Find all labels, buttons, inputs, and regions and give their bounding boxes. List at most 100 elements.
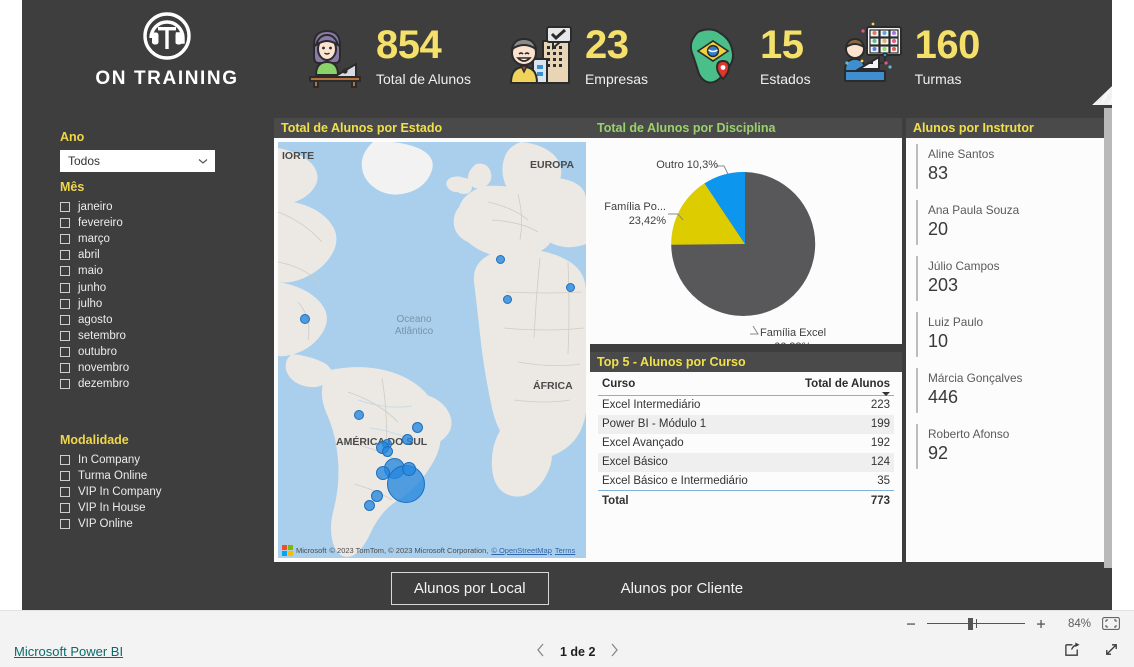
map-bubble[interactable] bbox=[364, 500, 375, 511]
year-slicer-dropdown[interactable]: Todos bbox=[60, 150, 215, 172]
checkbox-label: VIP In Company bbox=[78, 486, 162, 499]
list-item[interactable]: Ana Paula Souza 20 bbox=[916, 200, 1103, 245]
top5-table-visual[interactable]: Top 5 - Alunos por Curso Curso Total de … bbox=[590, 352, 902, 562]
checkbox-icon[interactable] bbox=[60, 346, 70, 357]
checkbox-row[interactable]: VIP In House bbox=[60, 500, 162, 516]
chevron-left-icon[interactable] bbox=[536, 643, 546, 660]
instructor-visual[interactable]: Alunos por Instrutor Aline Santos 83 Ana… bbox=[906, 118, 1111, 562]
checkbox-icon[interactable] bbox=[60, 266, 70, 277]
checkbox-row[interactable]: dezembro bbox=[60, 376, 129, 392]
map-terms-link[interactable]: Terms bbox=[555, 546, 575, 555]
checkbox-row[interactable]: novembro bbox=[60, 360, 129, 376]
report-vertical-scrollbar[interactable] bbox=[1104, 108, 1112, 570]
zoom-slider-thumb[interactable] bbox=[968, 617, 973, 630]
checkbox-row[interactable]: maio bbox=[60, 263, 129, 279]
checkbox-label: agosto bbox=[78, 313, 113, 326]
checkbox-row[interactable]: março bbox=[60, 231, 129, 247]
checkbox-icon[interactable] bbox=[60, 455, 70, 466]
share-icon[interactable] bbox=[1064, 641, 1081, 663]
checkbox-icon[interactable] bbox=[60, 298, 70, 309]
instructor-visual-header: Alunos por Instrutor bbox=[906, 118, 1111, 138]
kpi-value: 23 bbox=[584, 23, 629, 67]
tab-alunos-por-local[interactable]: Alunos por Local bbox=[390, 571, 549, 605]
checkbox-icon[interactable] bbox=[60, 379, 70, 390]
checkbox-row[interactable]: Turma Online bbox=[60, 468, 162, 484]
checkbox-icon[interactable] bbox=[60, 519, 70, 530]
chevron-down-icon[interactable] bbox=[197, 155, 209, 167]
checkbox-row[interactable]: VIP Online bbox=[60, 516, 162, 532]
map-visual[interactable]: Total de Alunos por Estado IORTE EUROPA … bbox=[274, 118, 590, 562]
instructor-name: Márcia Gonçalves bbox=[928, 371, 1023, 385]
checkbox-icon[interactable] bbox=[60, 487, 70, 498]
openstreetmap-link[interactable]: © OpenStreetMap bbox=[491, 546, 552, 555]
top5-table[interactable]: Curso Total de Alunos Excel Intermediári… bbox=[598, 376, 894, 510]
list-item[interactable]: Roberto Afonso 92 bbox=[916, 424, 1103, 469]
checkbox-icon[interactable] bbox=[60, 330, 70, 341]
checkbox-row[interactable]: setembro bbox=[60, 328, 129, 344]
sort-descending-caret-icon[interactable] bbox=[882, 392, 890, 396]
map-bubble[interactable] bbox=[412, 422, 423, 433]
checkbox-row[interactable]: fevereiro bbox=[60, 215, 129, 231]
checkbox-row[interactable]: In Company bbox=[60, 452, 162, 468]
map-bubble[interactable] bbox=[503, 295, 512, 304]
pie-label-name: Família Excel bbox=[760, 327, 827, 339]
instructor-name: Ana Paula Souza bbox=[928, 203, 1020, 217]
checkbox-icon[interactable] bbox=[60, 250, 70, 261]
pie-body[interactable]: Outro 10,3% Família Po... 23,42% Família… bbox=[590, 138, 902, 353]
zoom-in-icon[interactable] bbox=[1036, 617, 1046, 631]
top5-table-body[interactable]: Curso Total de Alunos Excel Intermediári… bbox=[598, 376, 894, 510]
checkbox-row[interactable]: agosto bbox=[60, 312, 129, 328]
month-slicer-list[interactable]: janeiro fevereiro março abril maio junho… bbox=[60, 199, 129, 392]
checkbox-icon[interactable] bbox=[60, 202, 70, 213]
map-bubble[interactable] bbox=[496, 255, 505, 264]
table-row[interactable]: Power BI - Módulo 1 199 bbox=[598, 414, 894, 434]
cell-total-value: 773 bbox=[780, 490, 894, 510]
table-total-row: Total 773 bbox=[598, 490, 894, 510]
list-item[interactable]: Luiz Paulo 10 bbox=[916, 312, 1103, 357]
instructor-list[interactable]: Aline Santos 83 Ana Paula Souza 20 Júlio… bbox=[906, 138, 1111, 562]
map-visual-header: Total de Alunos por Estado bbox=[274, 118, 590, 138]
column-header-curso[interactable]: Curso bbox=[598, 376, 781, 396]
checkbox-row[interactable]: abril bbox=[60, 247, 129, 263]
checkbox-row[interactable]: VIP In Company bbox=[60, 484, 162, 500]
table-row[interactable]: Excel Intermediário 223 bbox=[598, 396, 894, 415]
checkbox-row[interactable]: julho bbox=[60, 296, 129, 312]
checkbox-icon[interactable] bbox=[60, 234, 70, 245]
checkbox-row[interactable]: janeiro bbox=[60, 199, 129, 215]
map-bubble[interactable] bbox=[354, 410, 364, 420]
table-row[interactable]: Excel Básico e Intermediário 35 bbox=[598, 472, 894, 491]
checkbox-icon[interactable] bbox=[60, 314, 70, 325]
map-bubble[interactable] bbox=[566, 283, 575, 292]
checkbox-icon[interactable] bbox=[60, 503, 70, 514]
checkbox-icon[interactable] bbox=[60, 362, 70, 373]
checkbox-icon[interactable] bbox=[60, 471, 70, 482]
microsoft-power-bi-link[interactable]: Microsoft Power BI bbox=[14, 644, 123, 659]
checkbox-row[interactable]: outubro bbox=[60, 344, 129, 360]
table-row[interactable]: Excel Avançado 192 bbox=[598, 434, 894, 453]
zoom-out-icon[interactable] bbox=[906, 617, 916, 631]
pie-visual[interactable]: Total de Alunos por Disciplina Outro 10,… bbox=[590, 118, 902, 353]
zoom-slider[interactable] bbox=[927, 617, 1025, 631]
map-bubble[interactable] bbox=[402, 462, 416, 476]
modality-slicer-list[interactable]: In Company Turma Online VIP In Company V… bbox=[60, 452, 162, 532]
checkbox-row[interactable]: junho bbox=[60, 279, 129, 295]
fit-to-page-icon[interactable] bbox=[1102, 617, 1120, 630]
list-item[interactable]: Aline Santos 83 bbox=[916, 144, 1103, 189]
instructor-name: Júlio Campos bbox=[928, 259, 1000, 273]
report-header: ON TRAINING 854 Total de Alunos 23 Empre… bbox=[22, 0, 1112, 105]
map-bubble[interactable] bbox=[402, 434, 413, 445]
column-header-total[interactable]: Total de Alunos bbox=[780, 376, 894, 396]
online-class-icon bbox=[833, 19, 907, 93]
checkbox-icon[interactable] bbox=[60, 282, 70, 293]
scrollbar-thumb[interactable] bbox=[1104, 108, 1112, 570]
list-item[interactable]: Márcia Gonçalves 446 bbox=[916, 368, 1103, 413]
list-item[interactable]: Júlio Campos 203 bbox=[916, 256, 1103, 301]
checkbox-icon[interactable] bbox=[60, 218, 70, 229]
fullscreen-icon[interactable] bbox=[1103, 641, 1120, 663]
chevron-right-icon[interactable] bbox=[609, 643, 619, 660]
map-body[interactable]: IORTE EUROPA ÁFRICA AMÉRICA DO SUL Ocean… bbox=[278, 142, 586, 558]
map-bubble[interactable] bbox=[382, 446, 393, 457]
tab-alunos-por-cliente[interactable]: Alunos por Cliente bbox=[599, 573, 766, 604]
table-row[interactable]: Excel Básico 124 bbox=[598, 452, 894, 472]
map-bubble[interactable] bbox=[300, 314, 310, 324]
